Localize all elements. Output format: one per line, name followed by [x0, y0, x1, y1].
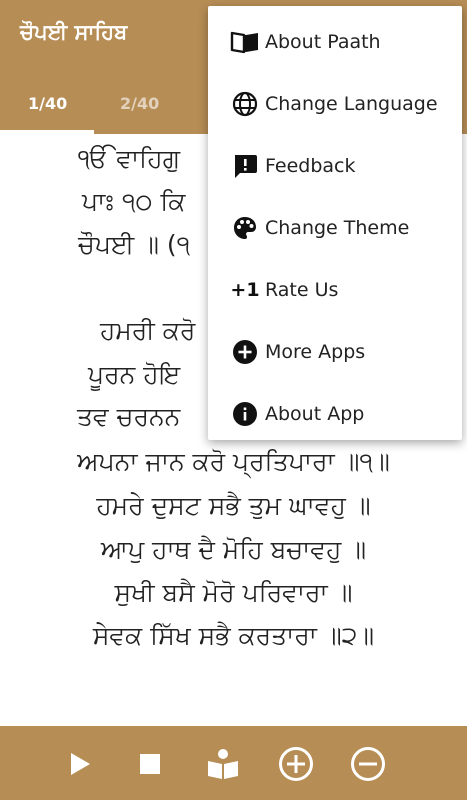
stop-icon	[139, 753, 161, 779]
app-title: ਚੌਪਈ ਸਾਹਿਬ	[20, 20, 128, 44]
verse-line: ਹਮਰੇ ਦੁਸਟ ਸਭੈ ਤੁਮ ਘਾਵਹੁ ॥	[96, 491, 371, 520]
zoom-out-button[interactable]	[348, 746, 388, 786]
palette-icon	[230, 213, 260, 243]
menu-label: Change Theme	[265, 217, 410, 239]
book-icon	[230, 27, 260, 57]
menu-label: Rate Us	[265, 279, 339, 301]
verse-line: ਆਪੁ ਹਾਥ ਦੈ ਮੋਹਿ ਬਚਾਵਹੁ ॥	[100, 535, 367, 564]
reader-icon	[206, 747, 240, 785]
bottom-toolbar	[0, 726, 467, 800]
add-circle-icon	[230, 337, 260, 367]
plus-one-icon: +1	[230, 275, 260, 305]
feedback-icon	[230, 151, 260, 181]
menu-item-change-theme[interactable]: Change Theme	[208, 197, 462, 259]
menu-item-rate-us[interactable]: +1 Rate Us	[208, 259, 462, 321]
verse-line: ਸੁਖੀ ਬਸੈ ਮੋਰੋ ਪਰਿਵਾਰਾ ॥	[114, 578, 353, 607]
menu-label: About App	[265, 403, 365, 425]
play-icon	[68, 751, 92, 781]
tab-page-1[interactable]: 1/40	[28, 94, 67, 113]
zoom-in-button[interactable]	[276, 746, 316, 786]
tab-page-2[interactable]: 2/40	[120, 94, 159, 113]
reader-button[interactable]	[203, 746, 243, 786]
verse-line: ਅਪਨਾ ਜਾਨ ਕਰੋ ਪ੍ਰਤਿਪਾਰਾ ॥੧॥	[77, 447, 390, 476]
menu-item-more-apps[interactable]: More Apps	[208, 321, 462, 383]
menu-item-about-app[interactable]: About App	[208, 383, 462, 445]
menu-label: More Apps	[265, 341, 366, 363]
verse-line: ਸੇਵਕ ਸਿੱਖ ਸਭੈ ਕਰਤਾਰਾ ॥੨॥	[92, 621, 375, 650]
menu-item-feedback[interactable]: Feedback	[208, 135, 462, 197]
menu-item-about-paath[interactable]: About Paath	[208, 11, 462, 73]
menu-label: Change Language	[265, 93, 438, 115]
overflow-menu: About Paath Change Language Feedback Cha…	[208, 6, 462, 440]
globe-icon	[230, 89, 260, 119]
stop-button[interactable]	[130, 746, 170, 786]
plus-one-text: +1	[230, 279, 260, 301]
zoom-in-icon	[278, 746, 314, 786]
info-icon	[230, 399, 260, 429]
zoom-out-icon	[350, 746, 386, 786]
menu-label: About Paath	[265, 31, 381, 53]
menu-item-change-language[interactable]: Change Language	[208, 73, 462, 135]
play-button[interactable]	[60, 746, 100, 786]
menu-label: Feedback	[265, 155, 356, 177]
